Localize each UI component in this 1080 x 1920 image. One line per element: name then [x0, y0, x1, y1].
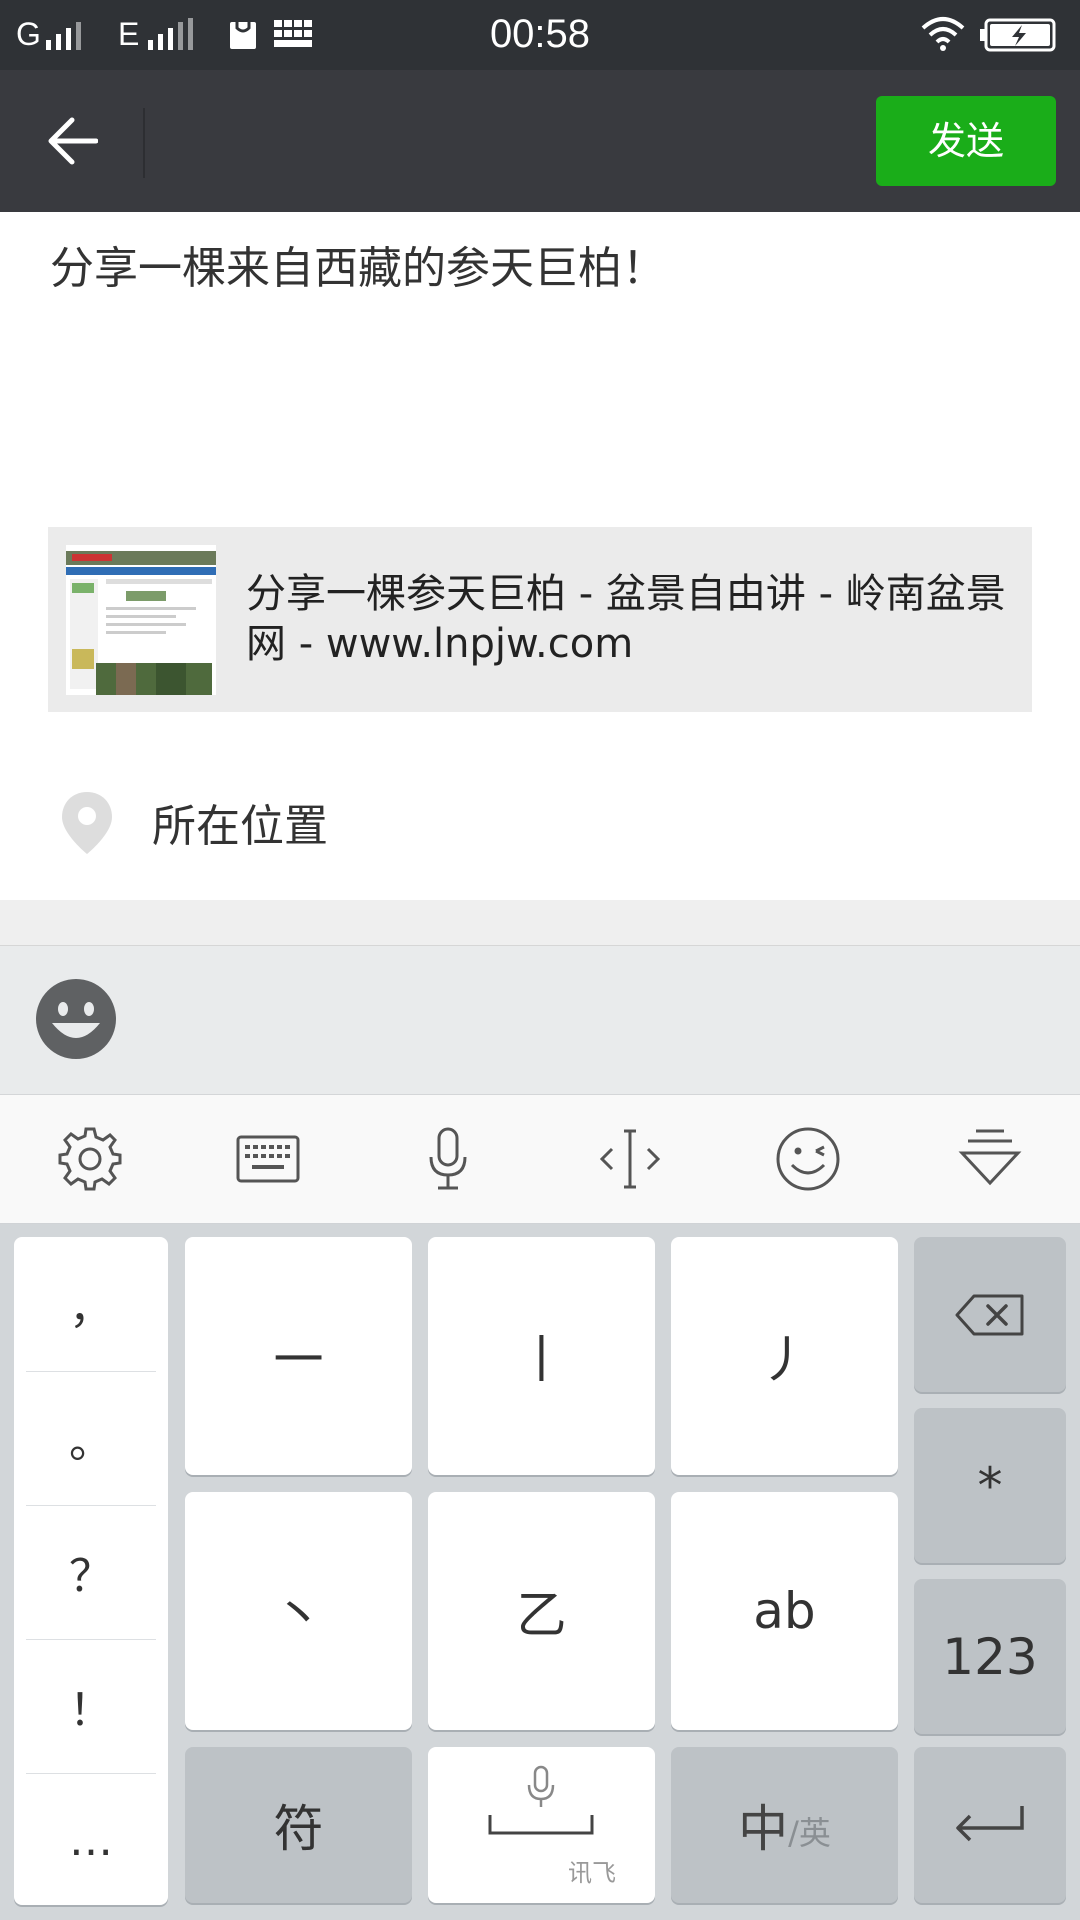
battery-charging-icon	[980, 18, 1056, 52]
keyboard-icon[interactable]	[232, 1123, 304, 1195]
punctuation-column: ， 。 ？ ！ …	[14, 1237, 168, 1905]
section-gap	[0, 900, 1080, 946]
status-bar: G E 00:58	[0, 0, 1080, 70]
punct-key-comma[interactable]: ，	[26, 1237, 156, 1372]
emoji-face-icon[interactable]	[34, 977, 118, 1061]
collapse-keyboard-icon[interactable]	[954, 1123, 1026, 1195]
gear-icon[interactable]	[54, 1123, 126, 1195]
link-title: 分享一棵参天巨柏 - 盆景自由讲 - 岭南盆景网 - www.lnpjw.com	[246, 571, 1006, 667]
ime-brand-label: 讯飞	[568, 1859, 616, 1887]
microphone-icon	[527, 1765, 555, 1807]
stroke-key-dian[interactable]: 丶	[185, 1492, 412, 1730]
keyboard-toolbar	[0, 1095, 1080, 1224]
lang-alt-label: /英	[788, 1814, 831, 1852]
location-label: 所在位置	[152, 801, 328, 852]
back-arrow-icon[interactable]	[46, 116, 98, 166]
status-time: 00:58	[489, 12, 591, 56]
link-thumbnail-image	[66, 545, 216, 695]
space-bar-icon	[488, 1815, 594, 1835]
location-row[interactable]: 所在位置	[0, 760, 1080, 901]
punct-key-period[interactable]: 。	[26, 1371, 156, 1506]
punct-key-exclamation[interactable]: ！	[26, 1639, 156, 1774]
space-key[interactable]: 讯飞	[428, 1747, 655, 1903]
backspace-key[interactable]	[914, 1237, 1066, 1392]
lang-main-label: 中	[738, 1800, 789, 1858]
star-key[interactable]: *	[914, 1408, 1066, 1563]
backspace-icon	[955, 1294, 1024, 1335]
post-text-input[interactable]: 分享一棵来自西藏的参天巨柏！	[50, 232, 666, 296]
enter-arrow-icon	[956, 1806, 1024, 1842]
enter-key[interactable]	[914, 1747, 1066, 1903]
title-bar: 发送	[0, 70, 1080, 212]
language-toggle-key[interactable]: 中 /英	[671, 1747, 898, 1903]
stroke-key-pie[interactable]: 丿	[671, 1237, 898, 1475]
punct-key-ellipsis[interactable]: …	[26, 1773, 156, 1907]
numbers-key[interactable]: 123	[914, 1579, 1066, 1734]
symbols-key[interactable]: 符	[185, 1747, 412, 1903]
title-divider	[143, 108, 145, 178]
stroke-key-zhe[interactable]: 乙	[428, 1492, 655, 1730]
microphone-icon[interactable]	[412, 1123, 484, 1195]
send-button[interactable]: 发送	[876, 96, 1056, 186]
smile-icon[interactable]	[772, 1123, 844, 1195]
shared-link-card[interactable]: 分享一棵参天巨柏 - 盆景自由讲 - 岭南盆景网 - www.lnpjw.com	[48, 527, 1032, 712]
stroke-key-shu[interactable]: 丨	[428, 1237, 655, 1475]
ab-key[interactable]: ab	[671, 1492, 898, 1730]
punct-key-question[interactable]: ？	[26, 1505, 156, 1640]
location-pin-icon	[62, 792, 112, 854]
cursor-move-icon[interactable]	[594, 1123, 666, 1195]
stroke-key-heng[interactable]: 一	[185, 1237, 412, 1475]
emoji-bar	[0, 946, 1080, 1095]
keyboard: ， 。 ？ ！ … 一 丨 丿 丶 乙 ab 符 讯飞 中 /英 * 123	[0, 1224, 1080, 1920]
wifi-icon	[921, 17, 965, 51]
